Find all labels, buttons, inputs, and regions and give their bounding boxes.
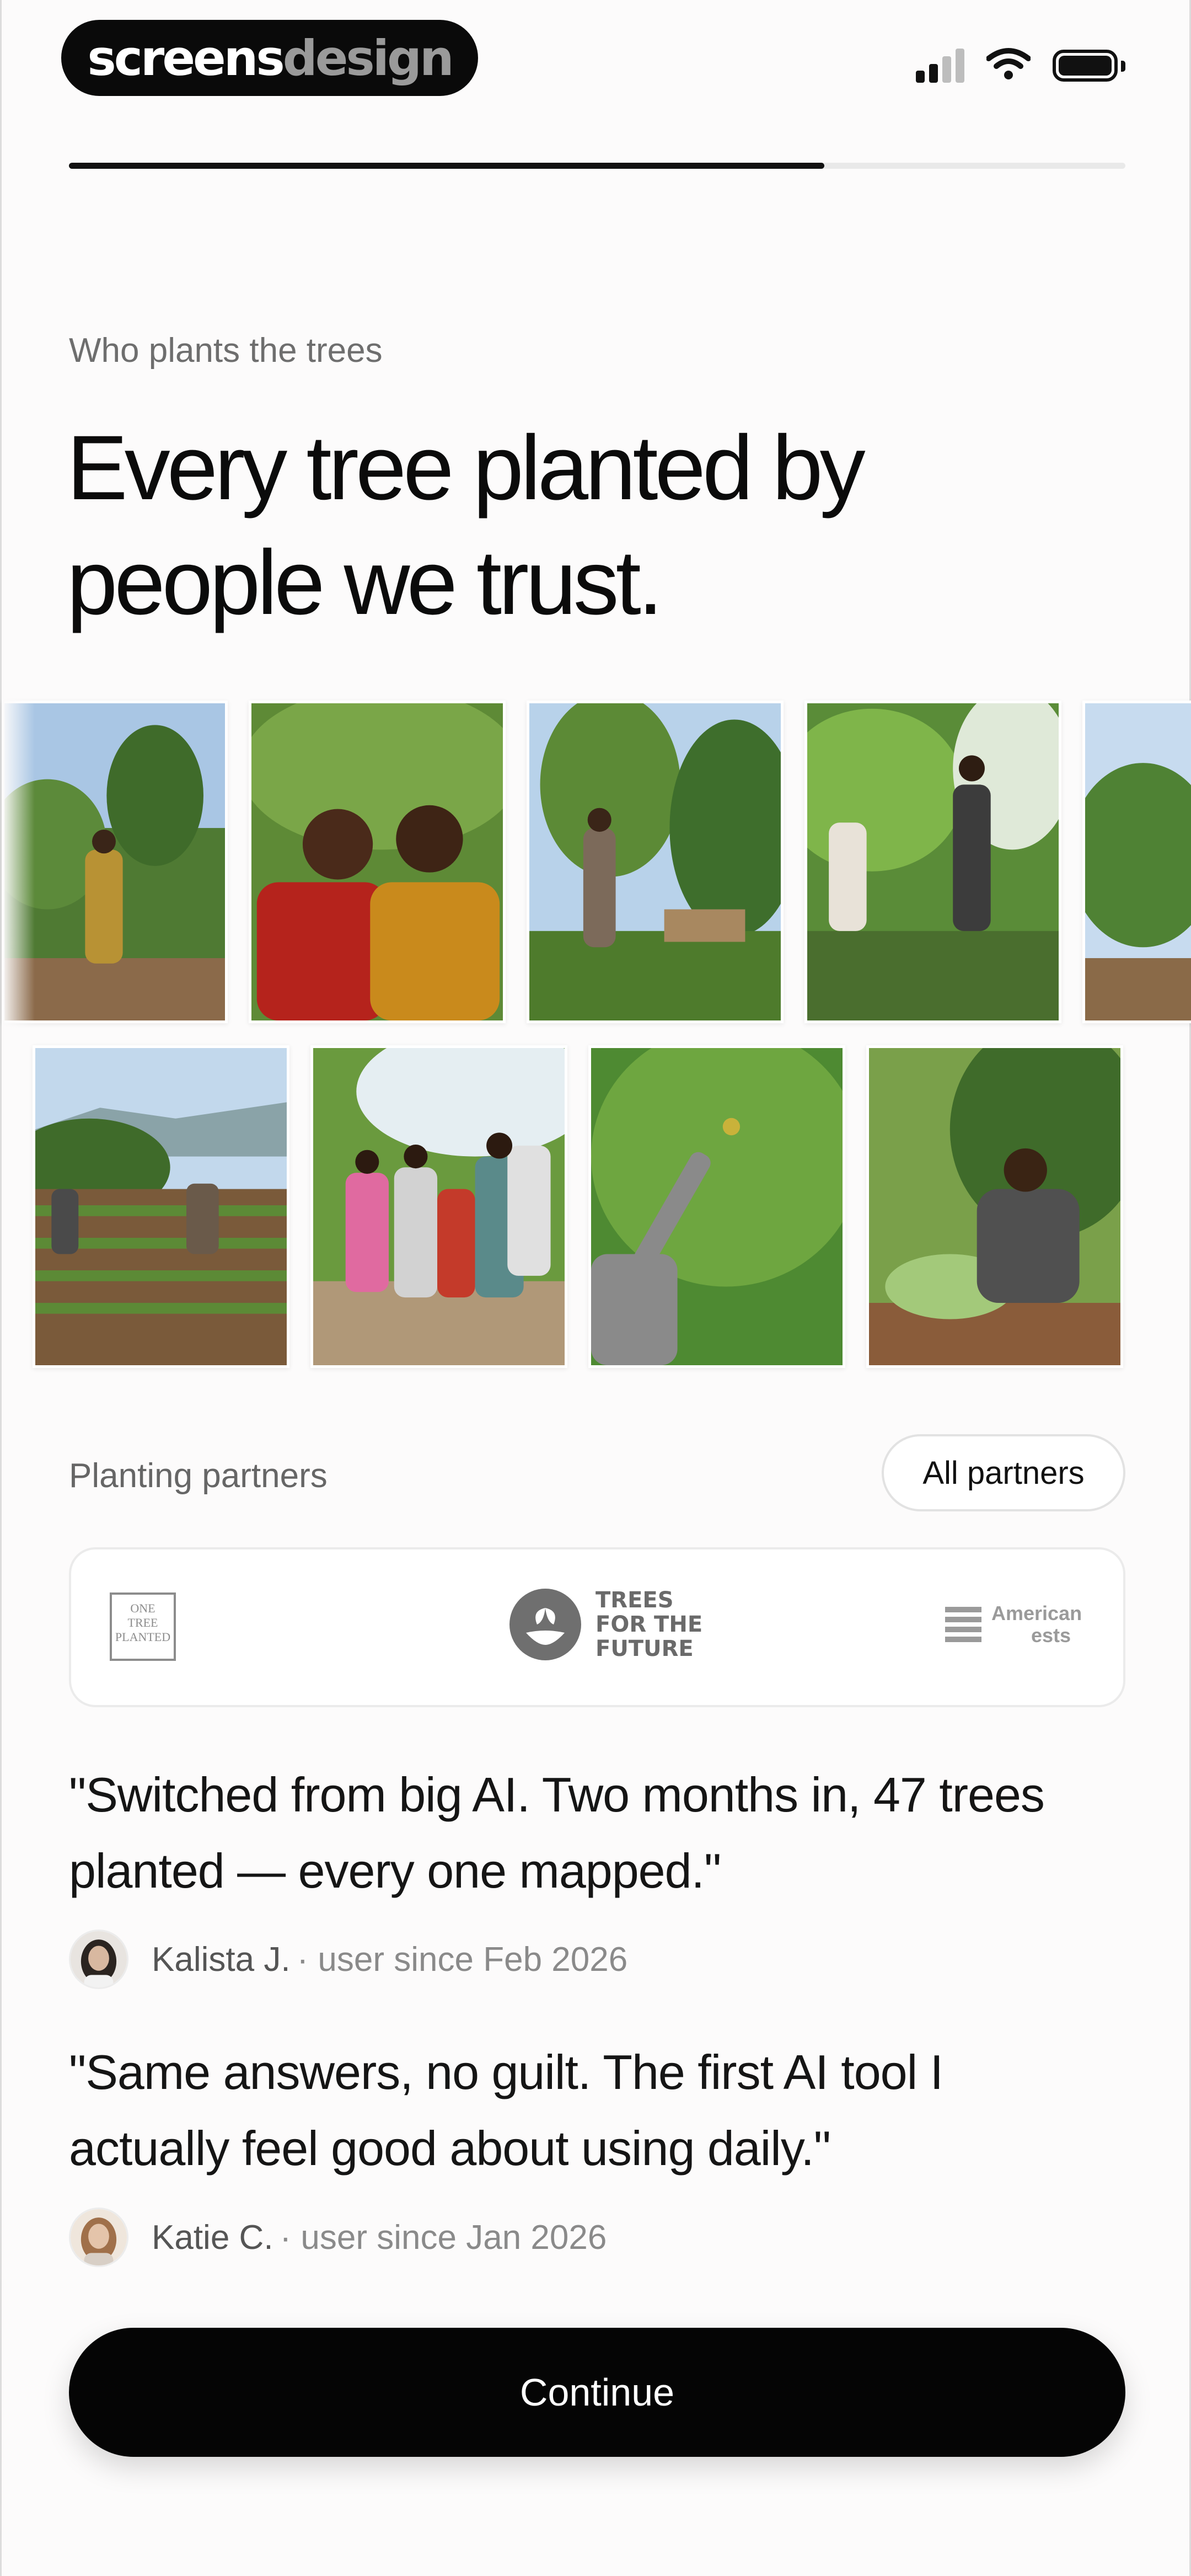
- status-bar: [916, 47, 1125, 83]
- otp-line-2: TREE: [127, 1616, 158, 1629]
- signal-bars-icon: [916, 48, 964, 83]
- screen: screens design Who plants the trees Every…: [0, 0, 1191, 2576]
- onboarding-progress-bar: [69, 163, 1125, 169]
- quote-line-1: "Switched from big AI. Two months in, 47…: [69, 1767, 1045, 1822]
- gallery-edge-fade: [2, 695, 35, 1379]
- wifi-icon: [986, 47, 1031, 83]
- partners-label: Planting partners: [69, 1457, 328, 1495]
- page-title: Every tree planted by people we trust.: [67, 411, 1114, 640]
- quote-line-2: actually feel good about using daily.": [69, 2121, 831, 2176]
- trees-for-the-future-logo: TREES FOR THE FUTURE: [509, 1588, 722, 1661]
- quote-line-1: "Same answers, no guilt. The first AI to…: [69, 2045, 943, 2099]
- otp-line-1: ONE: [130, 1601, 155, 1615]
- otp-line-3: PLANTED: [115, 1630, 171, 1644]
- author-name: Katie C.: [152, 2218, 273, 2257]
- logo-text-part2: design: [282, 29, 454, 87]
- quote-line-2: planted — every one mapped.": [69, 1843, 721, 1898]
- all-partners-button[interactable]: All partners: [882, 1434, 1125, 1511]
- man-picking-fruit-photo: [588, 1045, 845, 1368]
- partners-logo-strip: ONE TREE PLANTED TREES FOR THE FUTURE Am…: [69, 1547, 1125, 1707]
- smiling-couple-photo: [249, 701, 506, 1023]
- farmers-planting-rows-photo: [33, 1045, 289, 1368]
- hand-leaf-icon: [509, 1589, 581, 1660]
- author-meta: · user since Feb 2026: [297, 1940, 628, 1979]
- continue-button[interactable]: Continue: [69, 2328, 1125, 2457]
- woman-in-dress-field-photo: [2, 701, 228, 1023]
- af-line-2: ests: [1031, 1624, 1071, 1647]
- edge-field-photo: [1082, 701, 1191, 1023]
- brand-logo: screens design: [61, 20, 478, 96]
- author-name: Kalista J.: [152, 1940, 291, 1979]
- american-forests-logo: American ests: [945, 1602, 1082, 1647]
- progress-fill: [69, 163, 824, 169]
- testimonial-author: Kalista J. · user since Feb 2026: [69, 1930, 627, 1989]
- avatar: [69, 2208, 128, 2267]
- section-eyebrow: Who plants the trees: [69, 332, 383, 370]
- ttf-line-3: FUTURE: [596, 1636, 694, 1661]
- stripes-icon: [945, 1607, 981, 1642]
- title-line-1: Every tree planted by: [67, 417, 866, 519]
- one-tree-planted-logo: ONE TREE PLANTED: [110, 1592, 176, 1661]
- testimonial-author: Katie C. · user since Jan 2026: [69, 2208, 607, 2267]
- author-meta: · user since Jan 2026: [280, 2218, 607, 2257]
- testimonial-quote: "Switched from big AI. Two months in, 47…: [69, 1757, 1133, 1909]
- logo-text-part1: screens: [87, 29, 285, 87]
- avatar: [69, 1930, 128, 1989]
- ttf-line-1: TREES: [596, 1588, 674, 1613]
- testimonial-quote: "Same answers, no guilt. The first AI to…: [69, 2034, 1133, 2187]
- man-at-nursery-photo: [527, 701, 784, 1023]
- family-group-photo: [310, 1045, 567, 1368]
- people-under-banana-tree-photo: [804, 701, 1061, 1023]
- ttf-line-2: FOR THE: [596, 1612, 703, 1637]
- af-line-1: American: [991, 1602, 1082, 1624]
- battery-icon: [1053, 49, 1125, 82]
- man-tending-plant-photo: [866, 1045, 1123, 1368]
- title-line-2: people we trust.: [67, 532, 663, 634]
